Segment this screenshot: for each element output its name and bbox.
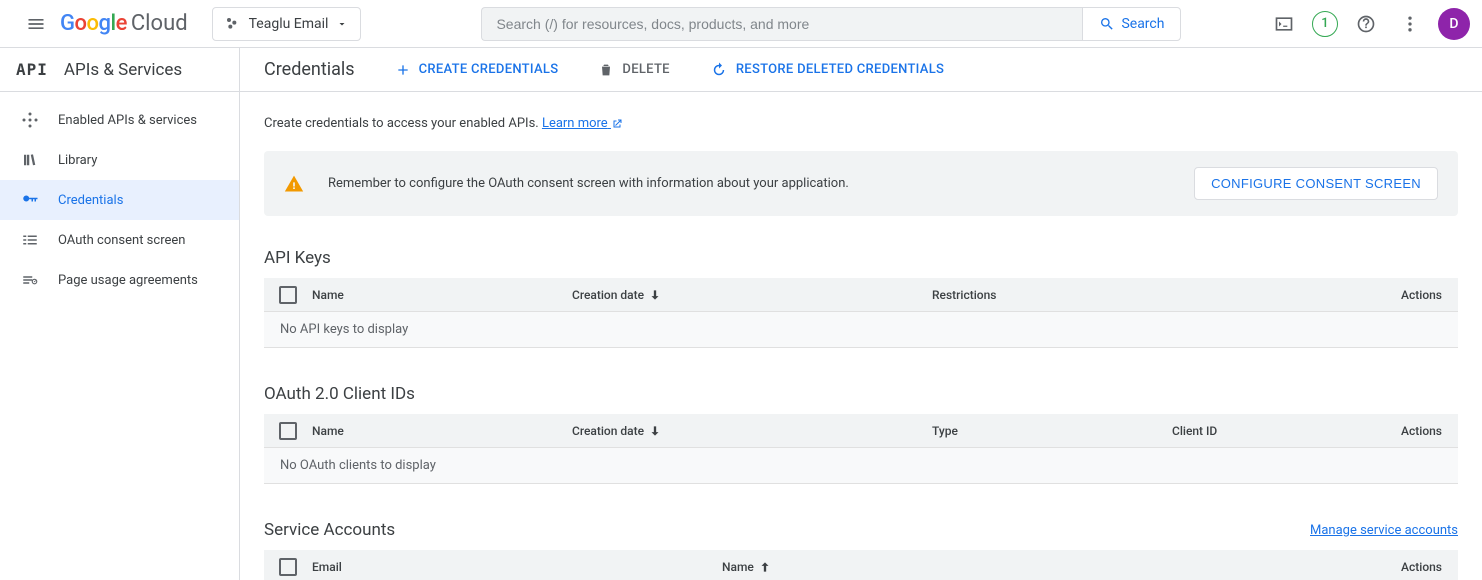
create-credentials-button[interactable]: CREATE CREDENTIALS — [395, 62, 559, 78]
cloud-shell-icon[interactable] — [1268, 8, 1300, 40]
arrow-down-icon — [648, 424, 662, 438]
configure-consent-button[interactable]: CONFIGURE CONSENT SCREEN — [1194, 167, 1438, 200]
main: Credentials CREATE CREDENTIALS DELETE RE… — [240, 48, 1482, 580]
section-title: API Keys — [264, 248, 331, 268]
agreement-icon — [20, 271, 40, 289]
free-trial-badge[interactable]: 1 — [1312, 11, 1338, 37]
col-type[interactable]: Type — [932, 424, 1172, 438]
col-name[interactable]: Name — [312, 288, 572, 302]
sidebar-item-page-usage[interactable]: Page usage agreements — [0, 260, 239, 300]
plus-icon — [395, 62, 411, 78]
intro-text: Create credentials to access your enable… — [264, 116, 1458, 131]
menu-icon[interactable] — [16, 4, 56, 44]
select-all-checkbox[interactable] — [279, 286, 297, 304]
action-label: CREATE CREDENTIALS — [419, 62, 559, 77]
search-bar: Search — [481, 7, 1181, 41]
key-icon — [20, 191, 40, 209]
sidebar-title: APIs & Services — [64, 60, 182, 80]
sidebar-item-label: Credentials — [58, 193, 123, 208]
action-label: RESTORE DELETED CREDENTIALS — [736, 62, 944, 77]
sidebar-item-oauth-consent[interactable]: OAuth consent screen — [0, 220, 239, 260]
more-vert-icon[interactable] — [1394, 8, 1426, 40]
col-name[interactable]: Name — [312, 424, 572, 438]
table-header: Email Name Actions — [264, 550, 1458, 580]
section-title: OAuth 2.0 Client IDs — [264, 384, 415, 404]
sidebar-nav: Enabled APIs & services Library Credenti… — [0, 92, 239, 300]
service-accounts-table: Email Name Actions No service accounts t… — [264, 550, 1458, 580]
project-selector[interactable]: Teaglu Email — [212, 7, 362, 41]
project-name: Teaglu Email — [249, 16, 329, 32]
section-oauth-clients: OAuth 2.0 Client IDs Name Creation date … — [264, 384, 1458, 484]
library-icon — [20, 151, 40, 169]
col-creation-date[interactable]: Creation date — [572, 288, 932, 302]
top-header: Google Cloud Teaglu Email Search 1 D — [0, 0, 1482, 48]
sidebar-item-label: Page usage agreements — [58, 273, 198, 288]
search-icon — [1099, 16, 1115, 32]
page-title: Credentials — [264, 59, 355, 80]
sidebar-item-label: Enabled APIs & services — [58, 113, 197, 128]
oauth-table: Name Creation date Type Client ID Action… — [264, 414, 1458, 484]
col-actions: Actions — [1401, 424, 1458, 438]
arrow-down-icon — [648, 288, 662, 302]
external-link-icon — [611, 118, 623, 130]
project-icon — [225, 16, 241, 32]
sidebar: API APIs & Services Enabled APIs & servi… — [0, 48, 240, 580]
col-restrictions[interactable]: Restrictions — [932, 288, 1332, 302]
select-all-checkbox[interactable] — [279, 422, 297, 440]
sidebar-item-label: Library — [58, 153, 97, 168]
col-email[interactable]: Email — [312, 560, 722, 574]
action-label: DELETE — [622, 62, 669, 77]
sidebar-item-enabled-apis[interactable]: Enabled APIs & services — [0, 100, 239, 140]
sidebar-item-credentials[interactable]: Credentials — [0, 180, 239, 220]
select-all-checkbox[interactable] — [279, 558, 297, 576]
notice-text: Remember to configure the OAuth consent … — [328, 176, 1170, 191]
dashboard-icon — [20, 111, 40, 129]
sidebar-item-library[interactable]: Library — [0, 140, 239, 180]
table-header: Name Creation date Type Client ID Action… — [264, 414, 1458, 448]
table-empty-row: No API keys to display — [264, 312, 1458, 348]
page-header: Credentials CREATE CREDENTIALS DELETE RE… — [240, 48, 1482, 92]
col-actions: Actions — [1401, 288, 1458, 302]
restore-icon — [710, 61, 728, 79]
col-actions: Actions — [1401, 560, 1458, 574]
restore-button[interactable]: RESTORE DELETED CREDENTIALS — [710, 61, 944, 79]
section-service-accounts: Service Accounts Manage service accounts… — [264, 520, 1458, 580]
warning-icon — [284, 174, 304, 194]
section-title: Service Accounts — [264, 520, 395, 540]
col-client-id[interactable]: Client ID — [1172, 424, 1372, 438]
delete-button[interactable]: DELETE — [598, 62, 669, 78]
search-input[interactable] — [481, 7, 1082, 41]
content: Create credentials to access your enable… — [240, 92, 1482, 580]
google-cloud-logo[interactable]: Google Cloud — [60, 11, 188, 36]
api-keys-table: Name Creation date Restrictions Actions … — [264, 278, 1458, 348]
cloud-word: Cloud — [131, 11, 188, 36]
arrow-up-icon — [758, 560, 772, 574]
google-wordmark: Google — [60, 11, 127, 36]
table-empty-row: No OAuth clients to display — [264, 448, 1458, 484]
help-icon[interactable] — [1350, 8, 1382, 40]
section-api-keys: API Keys Name Creation date Restrictions… — [264, 248, 1458, 348]
avatar[interactable]: D — [1438, 8, 1470, 40]
api-logo-icon: API — [16, 60, 48, 79]
manage-service-accounts-link[interactable]: Manage service accounts — [1310, 523, 1458, 538]
chevron-down-icon — [336, 18, 348, 30]
search-button-label: Search — [1121, 16, 1164, 32]
trash-icon — [598, 62, 614, 78]
table-header: Name Creation date Restrictions Actions — [264, 278, 1458, 312]
col-creation-date[interactable]: Creation date — [572, 424, 932, 438]
sidebar-header[interactable]: API APIs & Services — [0, 48, 239, 92]
consent-notice: Remember to configure the OAuth consent … — [264, 151, 1458, 216]
header-actions: 1 D — [1268, 8, 1474, 40]
sidebar-item-label: OAuth consent screen — [58, 233, 185, 248]
col-name[interactable]: Name — [722, 560, 1022, 574]
learn-more-link[interactable]: Learn more — [542, 116, 623, 131]
consent-icon — [20, 231, 40, 249]
search-button[interactable]: Search — [1082, 7, 1181, 41]
